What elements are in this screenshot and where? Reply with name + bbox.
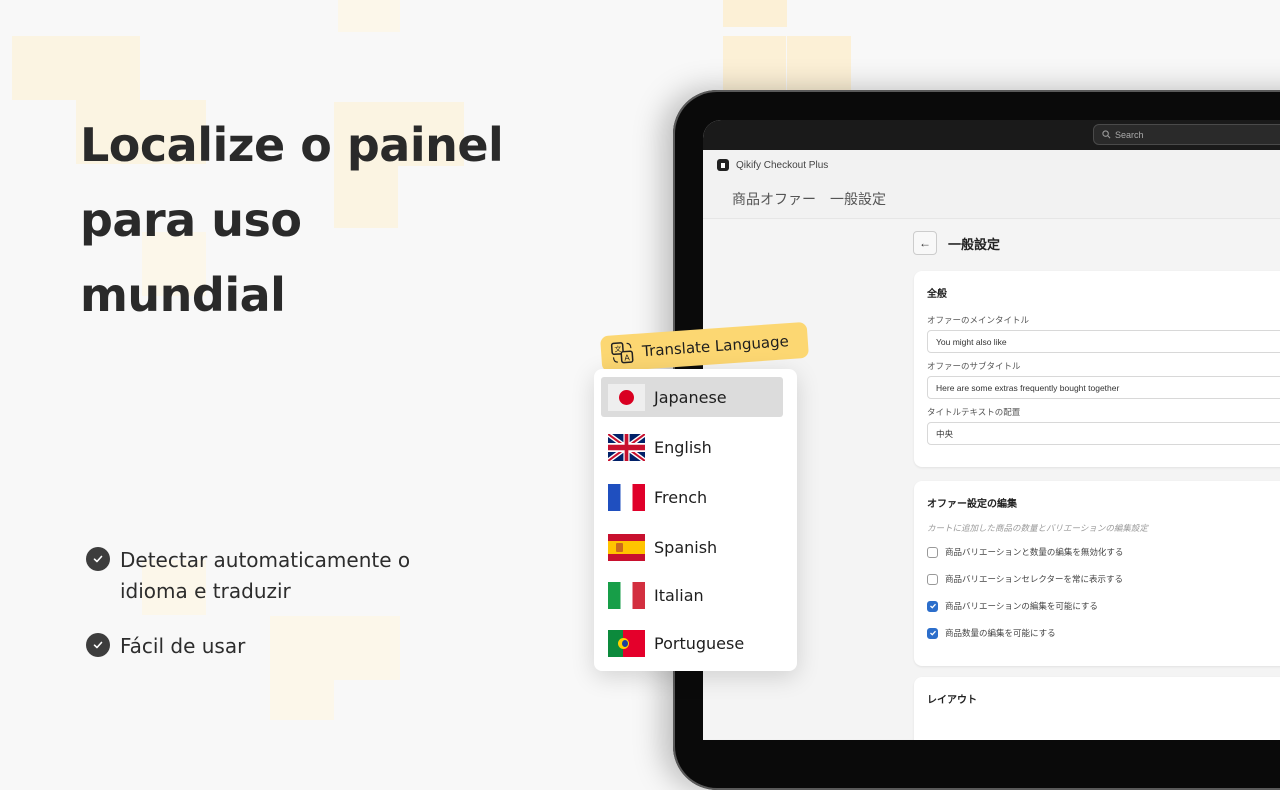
language-label: Japanese xyxy=(654,387,727,407)
checkbox-label: 商品数量の編集を可能にする xyxy=(945,628,1056,638)
checkbox-checked[interactable] xyxy=(927,600,938,612)
check-circle-icon xyxy=(86,547,110,571)
decor-square xyxy=(270,680,334,720)
language-label: Portuguese xyxy=(654,633,745,653)
svg-text:A: A xyxy=(624,353,631,362)
card-hint: カートに追加した商品の数量とバリエーションの編集設定 xyxy=(927,523,1148,533)
language-option-italian[interactable]: Italian xyxy=(601,575,783,615)
feature-item: Detectar automaticamente o idioma e trad… xyxy=(86,545,450,607)
hero-title: Localize o painel para uso mundial xyxy=(80,108,540,333)
feature-text: Fácil de usar xyxy=(120,634,246,658)
feature-text: Detectar automaticamente o idioma e trad… xyxy=(120,548,411,603)
translate-language-label: Translate Language xyxy=(641,332,790,361)
hero-title-line: mundial xyxy=(80,268,286,322)
flag-france-icon xyxy=(608,483,645,511)
checkbox-row[interactable]: 商品バリエーションセレクターを常に表示する xyxy=(927,573,1280,585)
app-name[interactable]: Qikify Checkout Plus xyxy=(736,160,828,171)
checkmark-icon xyxy=(929,603,936,609)
settings-header: ← 一般設定 xyxy=(913,231,1000,255)
edit-settings-card: オファー設定の編集 カートに追加した商品の数量とバリエーションの編集設定 商品バ… xyxy=(914,481,1280,666)
translate-icon: 文 A xyxy=(610,342,634,364)
language-option-portuguese[interactable]: Portuguese xyxy=(601,623,783,663)
decor-square xyxy=(12,36,76,100)
app-bar: Qikify Checkout Plus xyxy=(703,150,1280,180)
general-card: 全般 オファーのメインタイトル You might also like オファー… xyxy=(914,271,1280,467)
checkbox-label: 商品バリエーションセレクターを常に表示する xyxy=(945,574,1123,584)
checkbox-unchecked[interactable] xyxy=(927,573,938,585)
checkbox-label: 商品バリエーションの編集を可能にする xyxy=(945,601,1098,611)
checkbox-row[interactable]: 商品バリエーションの編集を可能にする xyxy=(927,600,1280,612)
arrow-left-icon: ← xyxy=(919,236,931,250)
main-title-input[interactable]: You might also like xyxy=(927,330,1280,353)
settings-title: 一般設定 xyxy=(948,236,1001,252)
language-option-english[interactable]: English xyxy=(601,427,783,467)
subtitle-label: オファーのサブタイトル xyxy=(927,361,1021,371)
hero-title-line: para uso xyxy=(80,193,302,247)
decor-square xyxy=(787,36,851,96)
hero-title-line: Localize o painel xyxy=(80,118,504,172)
page-title: 商品オファー 一般設定 xyxy=(703,180,1280,219)
flag-japan-icon xyxy=(608,383,645,411)
search-input[interactable]: Search xyxy=(1093,124,1280,145)
back-button[interactable]: ← xyxy=(913,231,937,255)
card-heading: 全般 xyxy=(927,289,947,300)
language-label: Spanish xyxy=(654,537,718,557)
flag-uk-icon xyxy=(608,433,645,461)
flag-italy-icon xyxy=(608,581,645,609)
language-label: Italian xyxy=(654,585,704,605)
check-circle-icon xyxy=(86,633,110,657)
subtitle-input[interactable]: Here are some extras frequently bought t… xyxy=(927,376,1280,399)
language-option-spanish[interactable]: Spanish xyxy=(601,527,783,567)
svg-text:文: 文 xyxy=(614,344,622,353)
layout-card: レイアウト xyxy=(914,677,1280,740)
language-menu: Japanese English French Spanish Italian xyxy=(594,369,797,671)
decor-square xyxy=(723,0,787,27)
language-label: English xyxy=(654,437,712,457)
language-label: French xyxy=(654,487,708,507)
title-alignment-select[interactable]: 中央 xyxy=(927,422,1280,445)
feature-item: Fácil de usar xyxy=(86,631,450,662)
title-alignment-label: タイトルテキストの配置 xyxy=(927,407,1021,417)
checkbox-row[interactable]: 商品バリエーションと数量の編集を無効化する xyxy=(927,546,1280,558)
checkbox-unchecked[interactable] xyxy=(927,546,938,558)
checkbox-checked[interactable] xyxy=(927,627,938,639)
main-title-label: オファーのメインタイトル xyxy=(927,315,1030,325)
language-option-japanese[interactable]: Japanese xyxy=(601,377,783,417)
flag-portugal-icon xyxy=(608,629,645,657)
card-heading: レイアウト xyxy=(927,695,977,706)
checkbox-label: 商品バリエーションと数量の編集を無効化する xyxy=(945,547,1124,557)
checkmark-icon xyxy=(929,630,936,636)
flag-spain-icon xyxy=(608,533,645,561)
admin-topbar: Search xyxy=(703,120,1280,150)
search-placeholder: Search xyxy=(1115,129,1144,140)
decor-square xyxy=(723,36,786,96)
checkbox-row[interactable]: 商品数量の編集を可能にする xyxy=(927,627,1280,639)
decor-square xyxy=(338,0,400,32)
language-option-french[interactable]: French xyxy=(601,477,783,517)
search-icon xyxy=(1102,130,1111,139)
app-logo-icon xyxy=(717,159,729,171)
card-heading: オファー設定の編集 xyxy=(927,499,1017,510)
